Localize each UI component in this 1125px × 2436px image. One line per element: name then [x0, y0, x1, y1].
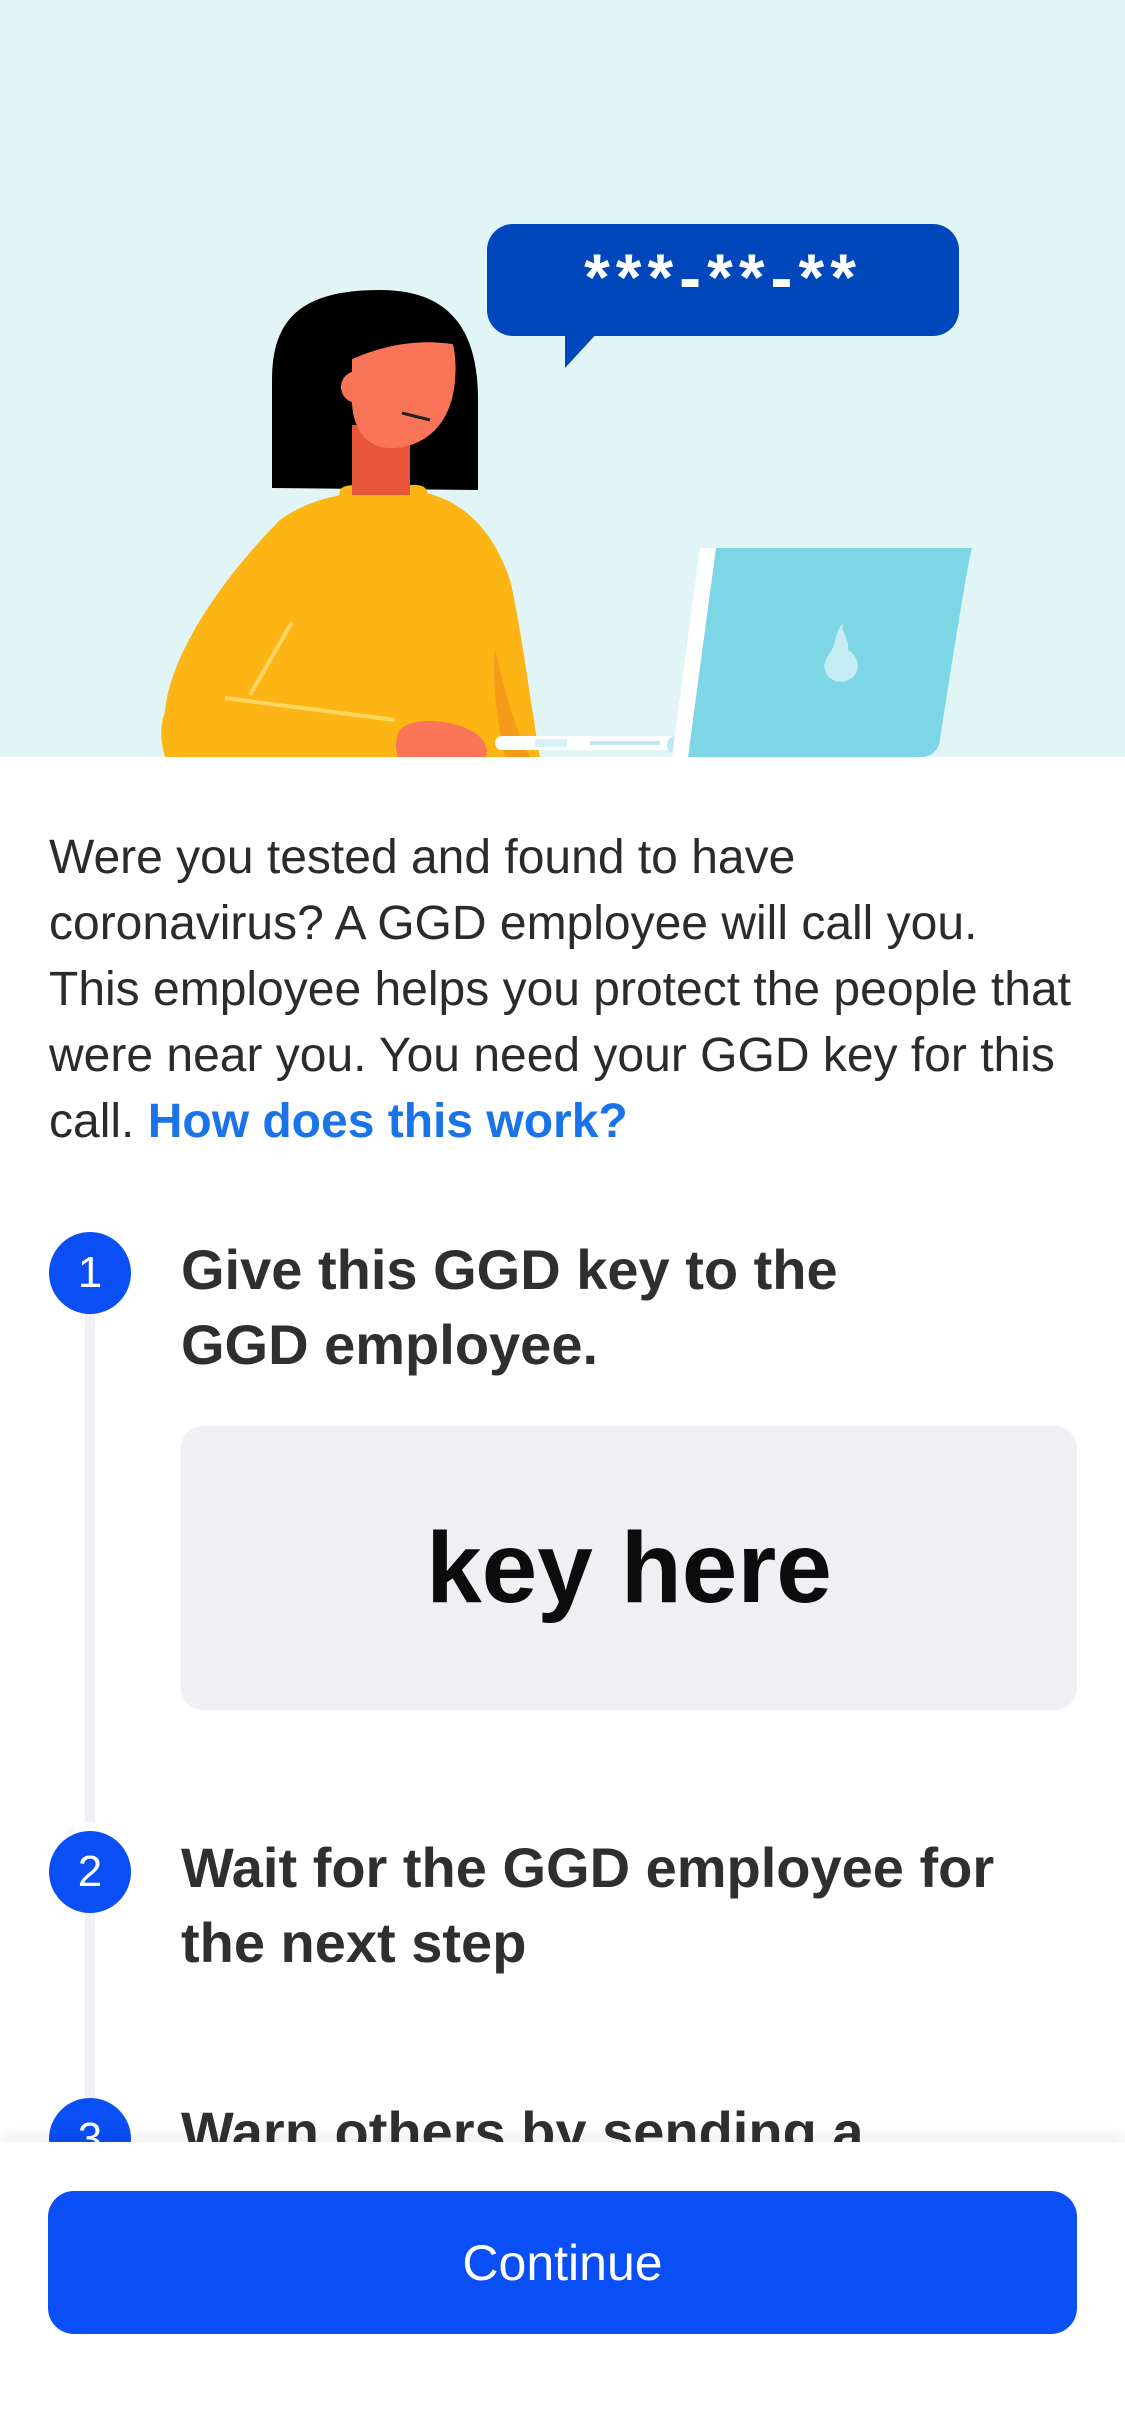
step-1-number-badge: 1	[49, 1232, 131, 1314]
timeline-connector-2	[85, 1913, 95, 2103]
intro-paragraph: Were you tested and found to have corona…	[49, 825, 1079, 1155]
hero-illustration: ***-**-**	[0, 0, 1125, 757]
ggd-key-box: key here	[181, 1426, 1077, 1710]
step-2-number-badge: 2	[49, 1831, 131, 1913]
step-2-title: Wait for the GGD employee for the next s…	[181, 1836, 995, 1974]
speech-bubble: ***-**-**	[487, 224, 959, 368]
ggd-key-value: key here	[426, 1511, 832, 1624]
continue-button[interactable]: Continue	[48, 2191, 1077, 2334]
how-does-this-work-link[interactable]: How does this work?	[148, 1095, 628, 1148]
speech-bubble-text: ***-**-**	[584, 240, 862, 314]
timeline-connector-1	[85, 1272, 95, 1822]
step-1-title: Give this GGD key to the GGD employee.	[181, 1238, 838, 1376]
person-calling-illustration: ***-**-**	[161, 224, 972, 757]
